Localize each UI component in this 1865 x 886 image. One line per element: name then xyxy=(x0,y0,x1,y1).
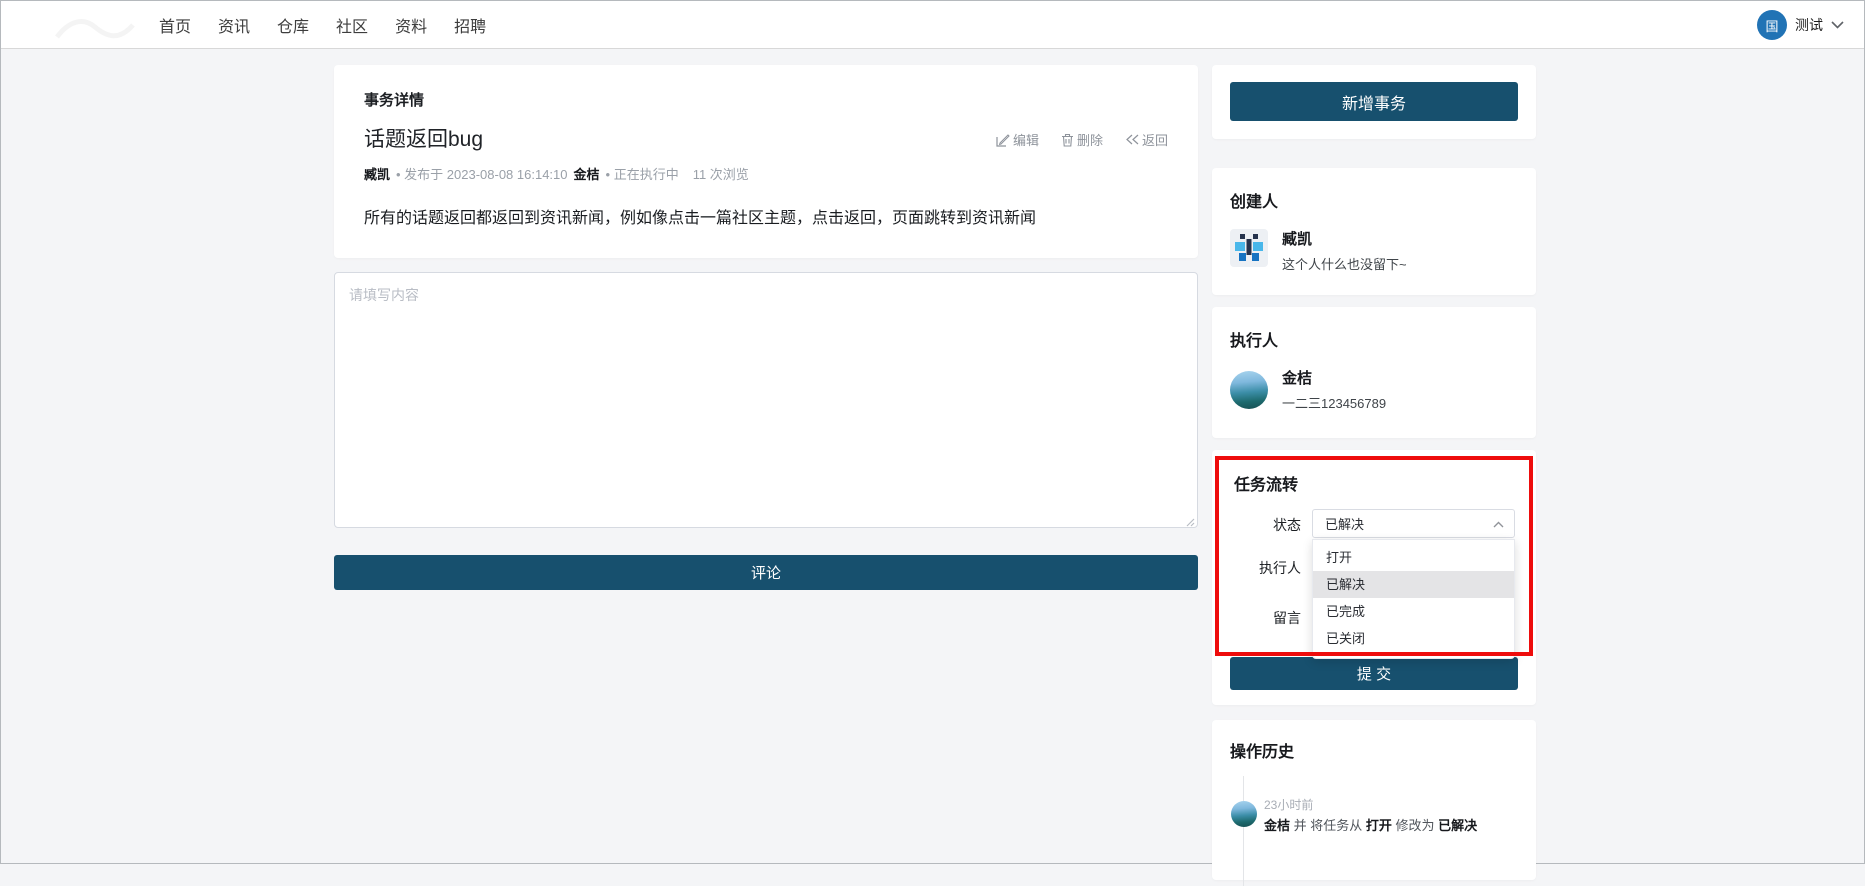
meta-published: • 发布于 2023-08-08 16:14:10 xyxy=(396,167,568,182)
executor-row: 金桔 一二三123456789 xyxy=(1230,367,1518,412)
history-user: 金桔 xyxy=(1264,818,1291,833)
nav-item-repo[interactable]: 仓库 xyxy=(277,13,309,37)
back-label: 返回 xyxy=(1141,133,1168,148)
history-card: 操作历史 23小时前 金桔 并 将任务从 打开 修改为 已解决 xyxy=(1212,720,1536,886)
delete-button[interactable]: 删除 xyxy=(1061,130,1103,149)
creator-bio: 这个人什么也没留下~ xyxy=(1282,257,1407,272)
comment-submit-button[interactable]: 评论 xyxy=(334,555,1198,590)
new-task-card: 新增事务 xyxy=(1212,65,1536,139)
comment-textarea[interactable] xyxy=(334,272,1198,528)
executor-heading: 执行人 xyxy=(1230,333,1279,350)
top-navbar: 首页 资讯 仓库 社区 资料 招聘 国 测试 xyxy=(1,1,1864,49)
history-from-status: 打开 xyxy=(1365,818,1392,833)
status-select[interactable]: 已解决 xyxy=(1312,509,1515,538)
history-to-status: 已解决 xyxy=(1438,818,1478,833)
meta-views: 11 次浏览 xyxy=(692,167,749,182)
logo xyxy=(49,3,139,52)
status-option-closed[interactable]: 已关闭 xyxy=(1313,625,1514,652)
main-nav: 首页 资讯 仓库 社区 资料 招聘 xyxy=(159,1,486,49)
meta-executor: 金桔 xyxy=(573,167,600,182)
creator-card: 创建人 臧凯 这个人什么也没留下~ xyxy=(1212,168,1536,295)
chevron-up-icon xyxy=(1493,516,1504,531)
chevron-down-icon xyxy=(1831,16,1844,34)
edit-icon xyxy=(996,133,1010,147)
creator-name: 臧凯 xyxy=(1282,231,1313,248)
history-text: 修改为 xyxy=(1391,818,1439,833)
section-title: 事务详情 xyxy=(364,92,425,109)
executor-avatar xyxy=(1230,370,1268,409)
nav-item-news[interactable]: 资讯 xyxy=(218,13,250,37)
executor-name: 金桔 xyxy=(1282,370,1313,387)
nav-item-community[interactable]: 社区 xyxy=(336,13,368,37)
status-option-resolved[interactable]: 已解决 xyxy=(1313,571,1514,598)
task-title: 话题返回bug xyxy=(364,128,484,151)
task-meta: 臧凯 • 发布于 2023-08-08 16:14:10 金桔 • 正在执行中 … xyxy=(364,164,1168,183)
history-entry: 金桔 并 将任务从 打开 修改为 已解决 xyxy=(1264,815,1477,834)
user-name: 测试 xyxy=(1795,17,1823,33)
edit-button[interactable]: 编辑 xyxy=(996,130,1039,149)
edit-label: 编辑 xyxy=(1012,133,1039,148)
task-description: 所有的话题返回都返回到资讯新闻，例如像点击一篇社区主题，点击返回，页面跳转到资讯… xyxy=(364,210,1037,227)
delete-label: 删除 xyxy=(1076,133,1103,148)
new-task-button[interactable]: 新增事务 xyxy=(1230,82,1518,121)
task-detail-card: 事务详情 话题返回bug 编辑 删除 返回 臧凯 • 发布于 2023-08-0… xyxy=(334,65,1198,258)
history-heading: 操作历史 xyxy=(1230,744,1295,761)
executor-card: 执行人 金桔 一二三123456789 xyxy=(1212,307,1536,438)
workflow-heading: 任务流转 xyxy=(1234,477,1299,494)
meta-author: 臧凯 xyxy=(364,167,391,182)
creator-row: 臧凯 这个人什么也没留下~ xyxy=(1230,228,1518,273)
nav-item-jobs[interactable]: 招聘 xyxy=(454,13,486,37)
creator-avatar xyxy=(1230,229,1268,272)
user-avatar[interactable]: 国 xyxy=(1757,10,1787,40)
history-avatar xyxy=(1231,801,1257,827)
nav-item-resources[interactable]: 资料 xyxy=(395,13,427,37)
workflow-submit-button[interactable]: 提 交 xyxy=(1230,657,1518,690)
page: { "header": { "nav_items": ["首页", "资讯", … xyxy=(0,0,1865,886)
meta-status: • 正在执行中 xyxy=(605,167,679,182)
timeline-line xyxy=(1243,776,1244,886)
rewind-icon xyxy=(1125,134,1139,145)
workflow-message-label: 留言 xyxy=(1273,610,1301,626)
history-text: 并 将任务从 xyxy=(1290,818,1366,833)
status-value: 已解决 xyxy=(1325,517,1365,532)
back-button[interactable]: 返回 xyxy=(1125,130,1168,149)
trash-icon xyxy=(1061,133,1074,147)
task-actions: 编辑 删除 返回 xyxy=(996,130,1168,153)
status-dropdown: 打开 已解决 已完成 已关闭 xyxy=(1312,539,1515,659)
status-option-completed[interactable]: 已完成 xyxy=(1313,598,1514,625)
history-time: 23小时前 xyxy=(1264,798,1314,812)
status-option-open[interactable]: 打开 xyxy=(1313,544,1514,571)
creator-heading: 创建人 xyxy=(1230,194,1279,211)
nav-item-home[interactable]: 首页 xyxy=(159,13,191,37)
task-title-row: 话题返回bug 编辑 删除 返回 xyxy=(364,123,1168,153)
workflow-executor-label: 执行人 xyxy=(1259,560,1301,576)
user-menu[interactable]: 国 测试 xyxy=(1757,1,1844,49)
executor-bio: 一二三123456789 xyxy=(1282,396,1387,411)
status-label: 状态 xyxy=(1273,517,1301,533)
